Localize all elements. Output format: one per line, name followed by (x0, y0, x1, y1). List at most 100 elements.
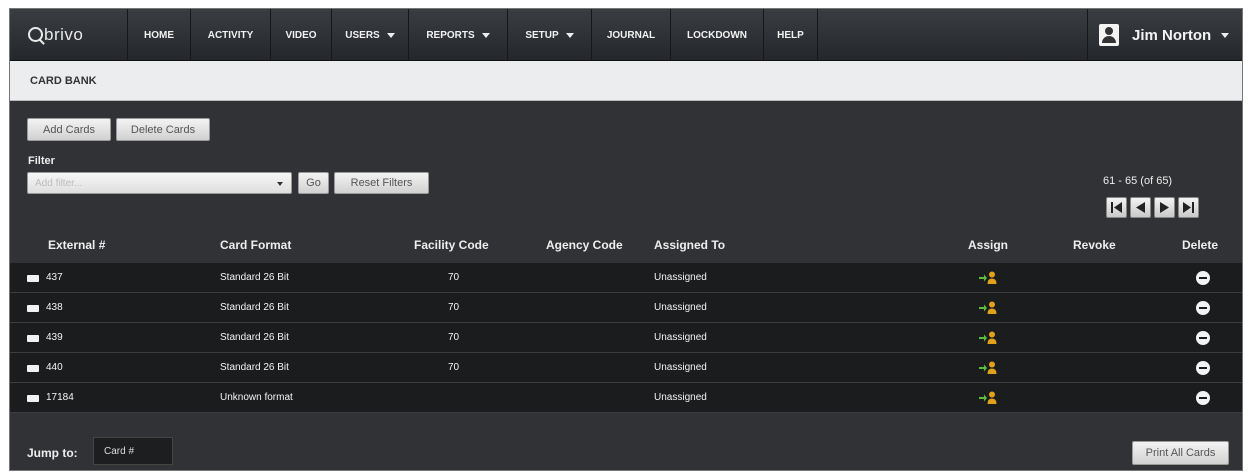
column-header-assign: Assign (968, 238, 1009, 252)
external-number[interactable]: 17184 (46, 392, 74, 403)
page-title: CARD BANK (30, 74, 97, 87)
assign-user-icon[interactable] (978, 360, 998, 376)
pagination-range: 61 - 65 (of 65) (1103, 175, 1173, 187)
column-header-revoke: Revoke (1073, 238, 1116, 252)
assigned-to: Unassigned (654, 272, 707, 283)
page-title-bar: CARD BANK (10, 61, 1242, 101)
filter-placeholder: Add filter... (35, 177, 83, 189)
nav-label: HOME (144, 29, 174, 41)
logo-text: brivo (44, 25, 84, 44)
column-header-facility-code[interactable]: Facility Code (414, 238, 489, 252)
card-icon (27, 335, 39, 342)
nav-item-setup[interactable]: SETUP (507, 9, 591, 61)
card-icon (27, 305, 39, 312)
user-menu[interactable]: Jim Norton (1087, 9, 1242, 61)
facility-code: 70 (448, 332, 460, 343)
chevron-down-icon (1221, 32, 1230, 38)
table-row: 437 Standard 26 Bit 70 Unassigned (10, 263, 1242, 293)
card-format: Standard 26 Bit (220, 272, 289, 283)
assigned-to: Unassigned (654, 392, 707, 403)
delete-cards-button[interactable]: Delete Cards (116, 118, 210, 141)
print-all-cards-button[interactable]: Print All Cards (1132, 441, 1229, 465)
card-icon (27, 275, 39, 282)
delete-icon[interactable] (1196, 301, 1210, 315)
nav-label: JOURNAL (606, 29, 656, 41)
table-row: 17184 Unknown format Unassigned (10, 383, 1242, 413)
previous-page-button[interactable] (1130, 197, 1151, 218)
assign-user-icon[interactable] (978, 390, 998, 406)
assigned-to: Unassigned (654, 332, 707, 343)
add-cards-button[interactable]: Add Cards (27, 118, 111, 141)
assigned-to: Unassigned (654, 362, 707, 373)
table-row: 438 Standard 26 Bit 70 Unassigned (10, 293, 1242, 323)
column-header-card-format[interactable]: Card Format (220, 238, 291, 252)
nav-item-help[interactable]: HELP (763, 9, 818, 61)
nav-item-activity[interactable]: ACTIVITY (190, 9, 270, 61)
first-page-button[interactable] (1106, 197, 1127, 218)
previous-page-icon (1136, 202, 1145, 213)
facility-code: 70 (448, 272, 460, 283)
reset-filters-button[interactable]: Reset Filters (334, 172, 429, 194)
last-page-icon (1183, 202, 1194, 213)
chevron-down-icon (481, 32, 490, 38)
nav-label: REPORTS (426, 29, 475, 41)
assign-user-icon[interactable] (978, 330, 998, 346)
external-number[interactable]: 438 (46, 302, 63, 313)
nav-item-home[interactable]: HOME (127, 9, 190, 61)
card-format: Standard 26 Bit (220, 332, 289, 343)
user-avatar-icon (1099, 24, 1119, 46)
column-header-delete: Delete (1182, 238, 1219, 252)
column-header-assigned-to[interactable]: Assigned To (654, 238, 725, 252)
filter-label: Filter (28, 155, 55, 167)
nav-label: ACTIVITY (207, 29, 254, 41)
assign-user-icon[interactable] (978, 270, 998, 286)
nav-label: HELP (777, 29, 804, 41)
first-page-icon (1111, 202, 1122, 213)
external-number[interactable]: 437 (46, 272, 63, 283)
chevron-down-icon (277, 182, 283, 186)
nav-item-lockdown[interactable]: LOCKDOWN (670, 9, 763, 61)
card-icon (27, 395, 39, 402)
column-header-agency-code[interactable]: Agency Code (546, 238, 623, 252)
main-content: Add Cards Delete Cards Filter Add filter… (10, 101, 1242, 470)
next-page-button[interactable] (1154, 197, 1175, 218)
brivo-logo[interactable]: brivo (28, 25, 83, 45)
table-row: 440 Standard 26 Bit 70 Unassigned (10, 353, 1242, 383)
nav-item-users[interactable]: USERS (331, 9, 408, 61)
nav-label: SETUP (525, 29, 559, 41)
assigned-to: Unassigned (654, 302, 707, 313)
chevron-down-icon (565, 32, 574, 38)
card-icon (27, 365, 39, 372)
facility-code: 70 (448, 302, 460, 313)
last-page-button[interactable] (1178, 197, 1199, 218)
card-format: Standard 26 Bit (220, 362, 289, 373)
delete-icon[interactable] (1196, 361, 1210, 375)
filter-select[interactable]: Add filter... (27, 172, 292, 194)
delete-icon[interactable] (1196, 391, 1210, 405)
app-frame: brivo HOME ACTIVITY VIDEO USERS REPORTS … (9, 8, 1243, 471)
jump-to-label: Jump to: (27, 446, 78, 460)
delete-icon[interactable] (1196, 271, 1210, 285)
go-button[interactable]: Go (298, 172, 329, 194)
nav-menu: HOME ACTIVITY VIDEO USERS REPORTS SETUP … (127, 9, 818, 61)
jump-to-card-input[interactable]: Card # (93, 437, 173, 465)
nav-item-journal[interactable]: JOURNAL (591, 9, 670, 61)
external-number[interactable]: 439 (46, 332, 63, 343)
nav-item-reports[interactable]: REPORTS (408, 9, 507, 61)
nav-label: VIDEO (285, 29, 317, 41)
nav-label: LOCKDOWN (687, 29, 747, 41)
column-header-external[interactable]: External # (48, 238, 105, 252)
nav-label: USERS (345, 29, 380, 41)
delete-icon[interactable] (1196, 331, 1210, 345)
top-nav: brivo HOME ACTIVITY VIDEO USERS REPORTS … (10, 9, 1242, 61)
nav-item-video[interactable]: VIDEO (270, 9, 331, 61)
user-name: Jim Norton (1132, 26, 1212, 44)
next-page-icon (1160, 202, 1169, 213)
external-number[interactable]: 440 (46, 362, 63, 373)
chevron-down-icon (386, 32, 395, 38)
jump-placeholder: Card # (104, 445, 135, 457)
logo-ring-icon (28, 27, 43, 42)
facility-code: 70 (448, 362, 460, 373)
card-format: Standard 26 Bit (220, 302, 289, 313)
assign-user-icon[interactable] (978, 300, 998, 316)
